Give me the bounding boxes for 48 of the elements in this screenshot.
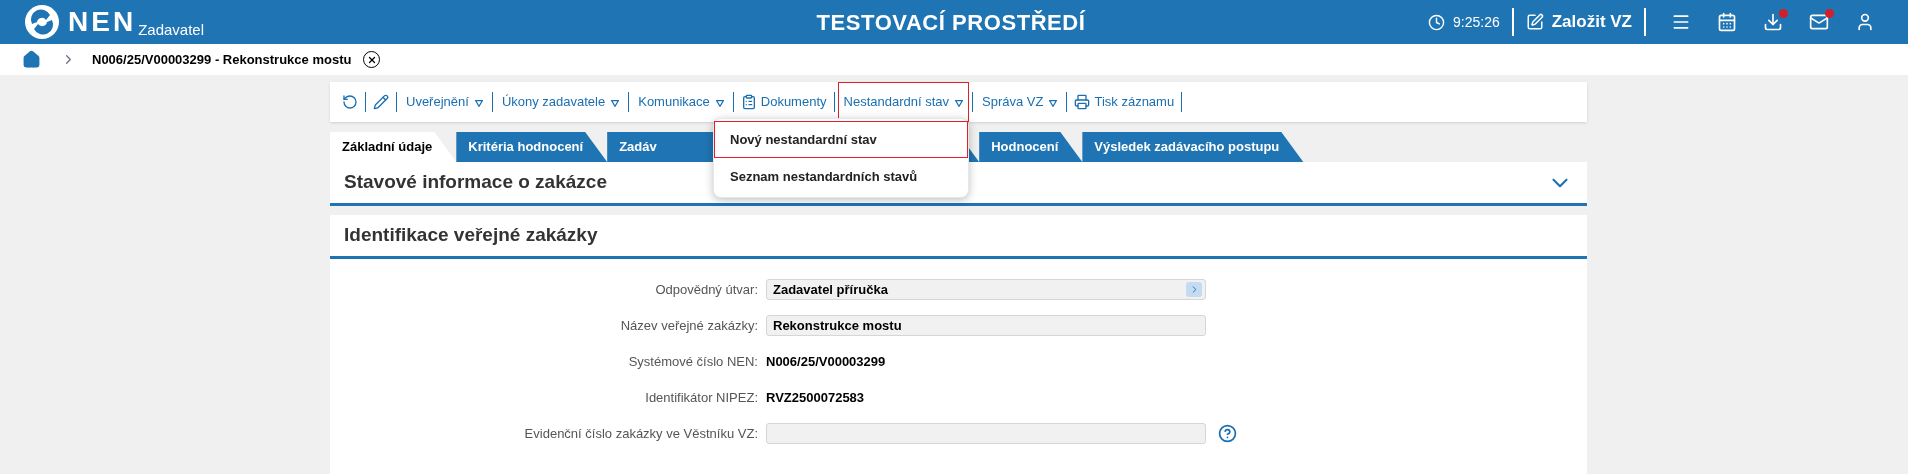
download-icon [1763, 12, 1783, 32]
mail-icon [1809, 12, 1829, 32]
close-icon [366, 54, 377, 65]
home-icon[interactable] [22, 50, 41, 69]
field-label: Identifikátor NIPEZ: [644, 388, 759, 407]
menu-icon [1671, 12, 1691, 32]
documents-button[interactable]: Dokumenty [736, 92, 831, 112]
field-label: Evidenční číslo zakázky ve Věstníku VZ: [523, 424, 759, 443]
print-button[interactable]: Tisk záznamu [1070, 92, 1179, 112]
clipboard-icon [740, 94, 757, 110]
caret-icon [955, 99, 964, 107]
tab[interactable]: Kritéria hodnocení [456, 132, 608, 162]
caret-icon [474, 99, 483, 107]
field-label: Systémové číslo NEN: [627, 352, 759, 371]
field-label: Odpovědný útvar: [654, 280, 759, 299]
menu-item[interactable]: Nový nestandardní stav [714, 121, 969, 158]
caret-icon [611, 99, 620, 107]
field-value: N006/25/V00003299 [766, 352, 886, 371]
menu-button[interactable]: Úkony zadavatele [495, 82, 626, 122]
field-value: RVZ2500072583 [766, 388, 865, 407]
caret-icon [715, 99, 724, 107]
menu-button[interactable]: Správa VZ [976, 82, 1064, 122]
menu-button[interactable]: Nestandardní stav [837, 82, 970, 122]
menu-button[interactable]: Komunikace [632, 82, 730, 122]
field-label: Název veřejné zakázky: [619, 316, 759, 335]
logo-icon [24, 4, 60, 40]
section-header[interactable]: Identifikace veřejné zakázky [330, 215, 1587, 259]
chevron-right-icon [1186, 282, 1202, 297]
environment-title: TESTOVACÍ PROSTŘEDÍ [816, 8, 1086, 37]
input-field[interactable]: Rekonstrukce mostu [766, 315, 1206, 336]
calendar-icon [1717, 12, 1737, 32]
tab[interactable]: Hodnocení [979, 132, 1083, 162]
clock-icon [1428, 13, 1445, 31]
caret-icon [1049, 99, 1058, 107]
menu-button[interactable]: Uveřejnění [400, 82, 489, 122]
tab[interactable]: Základní údaje [330, 132, 457, 162]
tab[interactable]: Výsledek zadávacího postupu [1082, 132, 1304, 162]
clock-time: 9:25:26 [1453, 12, 1500, 32]
create-button[interactable]: Založit VZ [1525, 9, 1632, 35]
breadcrumb-item[interactable]: N006/25/V00003299 - Rekonstrukce mostu [92, 49, 352, 70]
app-subtitle: Zadavatel [138, 19, 204, 40]
app-logo: NEN [68, 8, 137, 36]
edit-icon [1525, 13, 1544, 31]
select-field[interactable]: Zadavatel příručka [766, 279, 1206, 300]
printer-icon [1074, 94, 1091, 110]
input-field[interactable] [766, 423, 1206, 444]
user-icon [1855, 12, 1875, 32]
help-icon[interactable] [1218, 424, 1237, 443]
